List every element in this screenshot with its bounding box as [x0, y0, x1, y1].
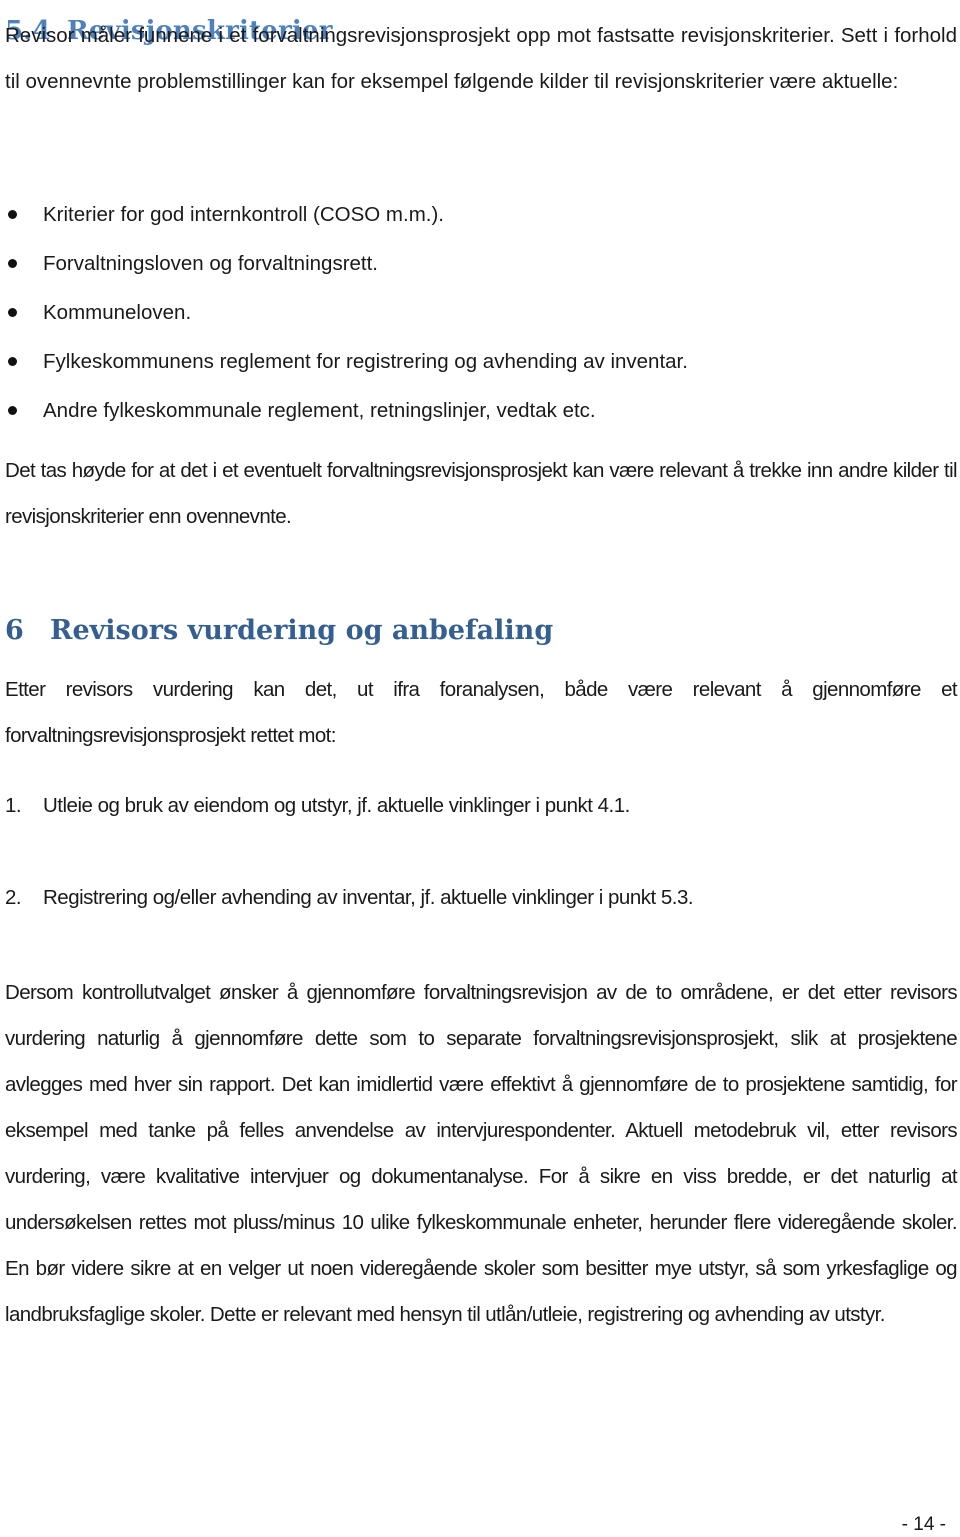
- criteria-bullet-list: Kriterier for god internkontroll (COSO m…: [5, 190, 955, 435]
- bullet-icon: [8, 406, 17, 415]
- section-6-intro: Etter revisors vurdering kan det, ut ifr…: [5, 678, 958, 747]
- item-number: 2.: [5, 886, 22, 909]
- bullet-item: Fylkeskommunens reglement for registreri…: [5, 337, 955, 386]
- bullet-item: Kriterier for god internkontroll (COSO m…: [5, 190, 955, 239]
- numbered-item: 2. Registrering og/eller avhending av inv…: [0, 886, 694, 910]
- numbered-item: 1. Utleie og bruk av eiendom og utstyr, j…: [0, 794, 630, 818]
- item-text: Utleie og bruk av eiendom og utstyr, jf.…: [43, 794, 630, 817]
- section-title: Revisors vurdering og anbefaling: [50, 615, 554, 647]
- bullet-icon: [8, 357, 17, 366]
- section-6-body: Dersom kontrollutvalget ønsker å gjennom…: [5, 981, 958, 1326]
- section-5-4-intro: Revisor måler funnene i et forvaltningsr…: [5, 24, 957, 93]
- section-number: 6: [5, 615, 24, 647]
- bullet-icon: [8, 259, 17, 268]
- bullet-item: Andre fylkeskommunale reglement, retning…: [5, 386, 955, 435]
- document-page: 5.4 Revisjonskriterier Revisor måler funn…: [0, 0, 960, 1537]
- bullet-item: Forvaltningsloven og forvaltningsrett.: [5, 239, 955, 288]
- section-heading-6: 6 Revisors vurdering og anbefaling: [5, 615, 553, 646]
- item-text: Registrering og/eller avhending av inven…: [43, 886, 694, 909]
- page-number: - 14 -: [901, 1514, 946, 1535]
- bullet-icon: [8, 210, 17, 219]
- item-number: 1.: [5, 794, 22, 817]
- section-5-4-closing: Det tas høyde for at det i et eventuelt …: [5, 459, 958, 528]
- bullet-item: Kommuneloven.: [5, 288, 955, 337]
- bullet-icon: [8, 308, 17, 317]
